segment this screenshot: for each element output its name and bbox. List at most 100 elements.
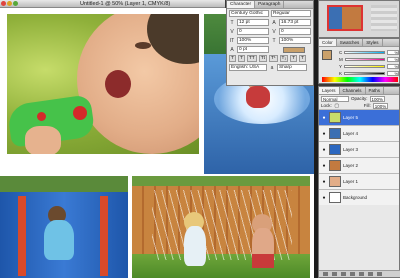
tab-paths[interactable]: Paths xyxy=(366,87,385,94)
faux-italic-button[interactable]: T xyxy=(237,55,245,62)
layer-row[interactable]: ● Layer 3 xyxy=(319,141,399,157)
channel-slider[interactable] xyxy=(344,57,385,61)
vertical-scale-icon: IT xyxy=(229,37,235,44)
superscript-button[interactable]: T¹ xyxy=(269,55,278,62)
close-icon[interactable] xyxy=(1,1,6,6)
tab-layers[interactable]: Layers xyxy=(319,87,340,94)
color-panel: Color Swatches Styles C % M % Y % K % xyxy=(318,38,400,84)
channel-slider[interactable] xyxy=(344,64,385,68)
text-style-buttons: T T TT Tt T¹ T₁ T T xyxy=(227,54,313,63)
layer-thumbnail xyxy=(329,192,341,203)
color-channel-c: C % xyxy=(339,49,399,55)
minimize-icon[interactable] xyxy=(7,1,12,6)
all-caps-button[interactable]: TT xyxy=(246,55,257,62)
photo-water-gun[interactable] xyxy=(7,14,199,154)
eye-icon[interactable]: ● xyxy=(321,147,327,153)
link-layers-icon[interactable] xyxy=(323,272,328,276)
document-title-bar[interactable]: Untitled-1 @ 50% (Layer 1, CMYK/8) xyxy=(0,0,225,8)
layer-row[interactable]: ● Layer 4 xyxy=(319,125,399,141)
layers-panel-footer xyxy=(319,270,400,277)
antialias-icon: a xyxy=(270,64,274,71)
channel-value[interactable]: % xyxy=(387,56,399,62)
layer-row[interactable]: ● Layer 5 xyxy=(319,109,399,125)
baseline-field[interactable]: 0 pt xyxy=(237,46,269,53)
font-size-field[interactable]: 12 pt xyxy=(237,19,269,26)
photo-bounce-house[interactable] xyxy=(0,176,128,278)
new-group-icon[interactable] xyxy=(359,272,364,276)
new-layer-icon[interactable] xyxy=(368,272,373,276)
tab-paragraph[interactable]: Paragraph xyxy=(255,1,285,8)
vertical-scale-field[interactable]: 100% xyxy=(237,37,269,44)
fill-field[interactable]: 100% xyxy=(372,102,389,109)
layer-row[interactable]: ● Background xyxy=(319,189,399,205)
layer-thumbnail xyxy=(329,176,341,187)
layer-thumbnail xyxy=(329,160,341,171)
kerning-icon: V xyxy=(230,28,234,35)
layer-name: Background xyxy=(343,195,368,200)
channel-slider[interactable] xyxy=(344,50,385,54)
channel-label: Y xyxy=(339,63,343,69)
layer-name: Layer 2 xyxy=(343,163,359,168)
small-caps-button[interactable]: Tt xyxy=(258,55,268,62)
text-color-swatch[interactable] xyxy=(283,46,305,53)
font-size-icon: T xyxy=(230,19,234,26)
eye-icon[interactable]: ● xyxy=(321,163,327,169)
layer-row[interactable]: ● Layer 1 xyxy=(319,173,399,189)
channel-value[interactable]: % xyxy=(387,49,399,55)
tab-styles[interactable]: Styles xyxy=(363,39,383,46)
underline-button[interactable]: T xyxy=(290,55,298,62)
opacity-label: Opacity: xyxy=(351,96,368,101)
antialias-select[interactable]: Sharp xyxy=(277,64,307,71)
blend-mode-select[interactable]: Normal xyxy=(321,95,349,102)
channel-value[interactable]: % xyxy=(387,70,399,76)
eye-icon[interactable]: ● xyxy=(321,115,327,121)
horizontal-scale-icon: T xyxy=(272,37,276,44)
photo-sprinkler-fence[interactable] xyxy=(132,176,310,278)
tracking-icon: V xyxy=(272,28,276,35)
character-panel-tabs: Character Paragraph xyxy=(227,1,313,9)
opacity-field[interactable]: 100% xyxy=(369,95,386,102)
horizontal-scale-field[interactable]: 100% xyxy=(279,37,311,44)
tab-swatches[interactable]: Swatches xyxy=(337,39,364,46)
tab-channels[interactable]: Channels xyxy=(340,87,366,94)
layer-thumbnail xyxy=(329,112,341,123)
layer-mask-icon[interactable] xyxy=(341,272,346,276)
layer-row[interactable]: ● Layer 2 xyxy=(319,157,399,173)
zoom-icon[interactable] xyxy=(13,1,18,6)
strikethrough-button[interactable]: T xyxy=(299,55,306,62)
navigator-zoom-area xyxy=(371,5,397,31)
document-title: Untitled-1 @ 50% (Layer 1, CMYK/8) xyxy=(80,1,171,7)
leading-field[interactable]: 16.73 pt xyxy=(279,19,311,26)
eye-icon[interactable]: ● xyxy=(321,131,327,137)
layer-name: Layer 3 xyxy=(343,147,359,152)
color-channel-k: K % xyxy=(339,70,399,76)
tab-color[interactable]: Color xyxy=(319,39,337,46)
adjustment-layer-icon[interactable] xyxy=(350,272,355,276)
tab-character[interactable]: Character xyxy=(227,1,256,8)
color-spectrum-ramp[interactable] xyxy=(322,77,398,82)
eye-icon[interactable]: ● xyxy=(321,195,327,201)
eye-icon[interactable]: ● xyxy=(321,179,327,185)
layer-name: Layer 4 xyxy=(343,131,359,136)
layer-name: Layer 1 xyxy=(343,179,359,184)
layer-style-icon[interactable] xyxy=(332,272,337,276)
kerning-field[interactable]: 0 xyxy=(237,28,269,35)
font-style-select[interactable]: Regular xyxy=(271,10,311,17)
navigator-thumbnail[interactable] xyxy=(327,5,363,31)
lock-label: Lock: xyxy=(321,103,332,108)
trash-icon[interactable] xyxy=(377,272,382,276)
color-channel-y: Y % xyxy=(339,63,399,69)
channel-slider[interactable] xyxy=(344,71,385,75)
tracking-field[interactable]: 0 xyxy=(279,28,311,35)
foreground-color-swatch[interactable] xyxy=(322,50,332,60)
channel-value[interactable]: % xyxy=(387,63,399,69)
leading-icon: A xyxy=(272,19,276,26)
photoshop-screen: Untitled-1 @ 50% (Layer 1, CMYK/8) Chara… xyxy=(0,0,400,278)
subscript-button[interactable]: T₁ xyxy=(279,55,289,62)
font-family-select[interactable]: Century Gothic xyxy=(229,10,269,17)
lock-icon[interactable]: ▢ xyxy=(334,103,340,109)
language-select[interactable]: English: USA xyxy=(229,64,267,71)
layer-thumbnail xyxy=(329,144,341,155)
faux-bold-button[interactable]: T xyxy=(229,55,236,62)
layer-name: Layer 5 xyxy=(343,115,359,120)
